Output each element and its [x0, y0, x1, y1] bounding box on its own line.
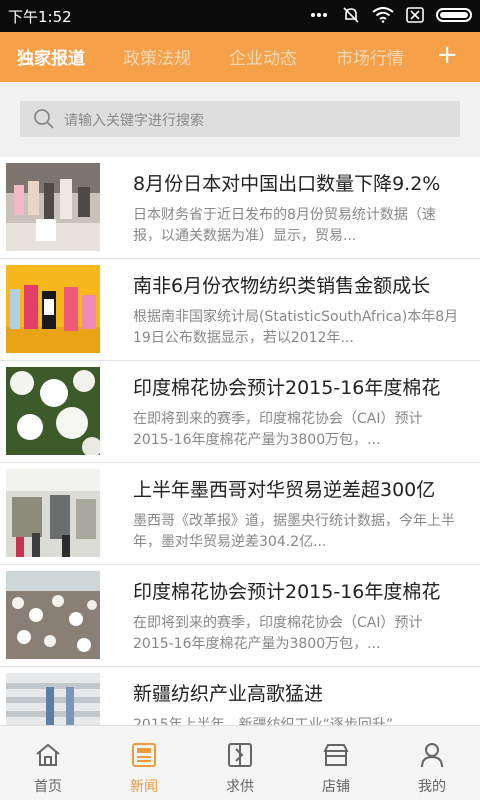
- tab-policy[interactable]: 政策法规: [123, 44, 191, 69]
- news-title: 新疆纺织产业高歌猛进: [133, 683, 324, 705]
- search-icon: [34, 109, 54, 129]
- search-placeholder: 请输入关键字进行搜索: [64, 113, 204, 129]
- list-item[interactable]: 印度棉花协会预计2015-16年度棉花 在即将到来的赛季，印度棉花协会（CAI）…: [0, 361, 480, 463]
- nav-home-label: 首页: [34, 779, 62, 795]
- user-icon: [421, 743, 443, 768]
- category-tabs: 独家报道 政策法规 企业动态 市场行情 +: [0, 32, 480, 82]
- list-item[interactable]: 8月份日本对中国出口数量下降9.2% 日本财务省于近日发布的8月份贸易统计数据（…: [0, 157, 480, 259]
- nav-news[interactable]: 新闻: [96, 726, 192, 800]
- news-thumbnail-cotton-field: [6, 571, 100, 659]
- bottom-navigation: 首页 新闻 求供 店铺 我的: [0, 725, 480, 800]
- battery-icon: [436, 8, 472, 22]
- list-item[interactable]: 印度棉花协会预计2015-16年度棉花 在即将到来的赛季，印度棉花协会（CAI）…: [0, 565, 480, 667]
- exchange-icon: [228, 743, 252, 767]
- nav-store[interactable]: 店铺: [288, 726, 384, 800]
- list-item[interactable]: 新疆纺织产业高歌猛进 2015年上半年，新疆纺织工业“逐步回升”: [0, 667, 480, 725]
- news-summary: 根据南非国家统计局(StatisticSouthAfrica)本年8月19日公布…: [133, 309, 459, 346]
- nav-supply-demand[interactable]: 求供: [192, 726, 288, 800]
- nav-store-label: 店铺: [322, 779, 350, 795]
- store-icon: [323, 744, 349, 766]
- news-summary: 在即将到来的赛季，印度棉花协会（CAI）预计2015-16年度棉花产量为3800…: [133, 411, 423, 448]
- status-time: 下午1:52: [8, 8, 72, 26]
- status-icons: [308, 6, 472, 24]
- nav-supply-label: 求供: [226, 779, 254, 795]
- nav-home[interactable]: 首页: [0, 726, 96, 800]
- news-list: 8月份日本对中国出口数量下降9.2% 日本财务省于近日发布的8月份贸易统计数据（…: [0, 157, 480, 725]
- nav-profile[interactable]: 我的: [384, 726, 480, 800]
- no-sim-icon: [404, 6, 426, 24]
- news-title: 上半年墨西哥对华贸易逆差超300亿: [133, 479, 436, 501]
- news-title: 印度棉花协会预计2015-16年度棉花: [133, 581, 441, 603]
- wifi-icon: [372, 6, 394, 24]
- news-summary: 在即将到来的赛季，印度棉花协会（CAI）预计2015-16年度棉花产量为3800…: [133, 615, 423, 652]
- news-summary: 2015年上半年，新疆纺织工业“逐步回升”: [133, 717, 394, 725]
- search-area: 请输入关键字进行搜索: [0, 82, 480, 157]
- news-thumbnail-cotton: [6, 367, 100, 455]
- tab-market[interactable]: 市场行情: [336, 44, 404, 69]
- newspaper-icon: [132, 743, 156, 767]
- nav-news-label: 新闻: [130, 779, 158, 795]
- nav-profile-label: 我的: [418, 779, 446, 795]
- search-input[interactable]: 请输入关键字进行搜索: [20, 101, 460, 137]
- home-icon: [36, 743, 60, 766]
- news-thumbnail-mannequins: [6, 265, 100, 353]
- news-title: 南非6月份衣物纺织类销售金额成长: [133, 275, 431, 297]
- list-item[interactable]: 上半年墨西哥对华贸易逆差超300亿 墨西哥《改革报》道，据墨央行统计数据，今年上…: [0, 463, 480, 565]
- news-summary: 日本财务省于近日发布的8月份贸易统计数据（速报，以通关数据为准）显示，贸易...: [133, 207, 436, 244]
- status-bar: 下午1:52: [0, 0, 480, 32]
- mute-bell-icon: [340, 6, 362, 24]
- tab-exclusive[interactable]: 独家报道: [17, 44, 85, 69]
- list-item[interactable]: 南非6月份衣物纺织类销售金额成长 根据南非国家统计局(StatisticSout…: [0, 259, 480, 361]
- news-summary: 墨西哥《改革报》道，据墨央行统计数据，今年上半年，墨对华贸易逆差304.2亿..…: [133, 513, 455, 550]
- news-title: 8月份日本对中国出口数量下降9.2%: [133, 173, 441, 195]
- news-title: 印度棉花协会预计2015-16年度棉花: [133, 377, 441, 399]
- news-thumbnail-fashion-store: [6, 163, 100, 251]
- add-tab-button[interactable]: +: [436, 40, 458, 70]
- tab-company-news[interactable]: 企业动态: [229, 44, 297, 69]
- more-dots-icon: [308, 6, 330, 24]
- news-thumbnail-exhibition: [6, 469, 100, 557]
- news-thumbnail-factory: [6, 673, 100, 725]
